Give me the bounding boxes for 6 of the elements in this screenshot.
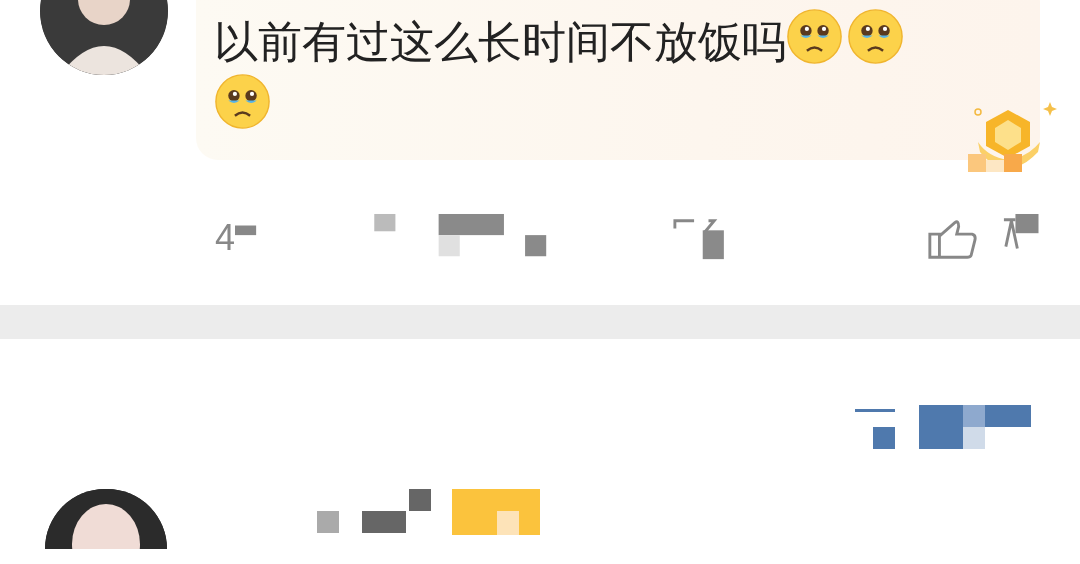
crying-face-icon — [214, 73, 271, 130]
timestamp: 4 — [215, 215, 236, 260]
crying-face-icon — [847, 8, 904, 65]
badge-icon — [968, 102, 1058, 172]
crying-face-icon — [786, 8, 843, 65]
comment-text: 以前有过这么长时间不放饭吗 — [214, 8, 1020, 73]
